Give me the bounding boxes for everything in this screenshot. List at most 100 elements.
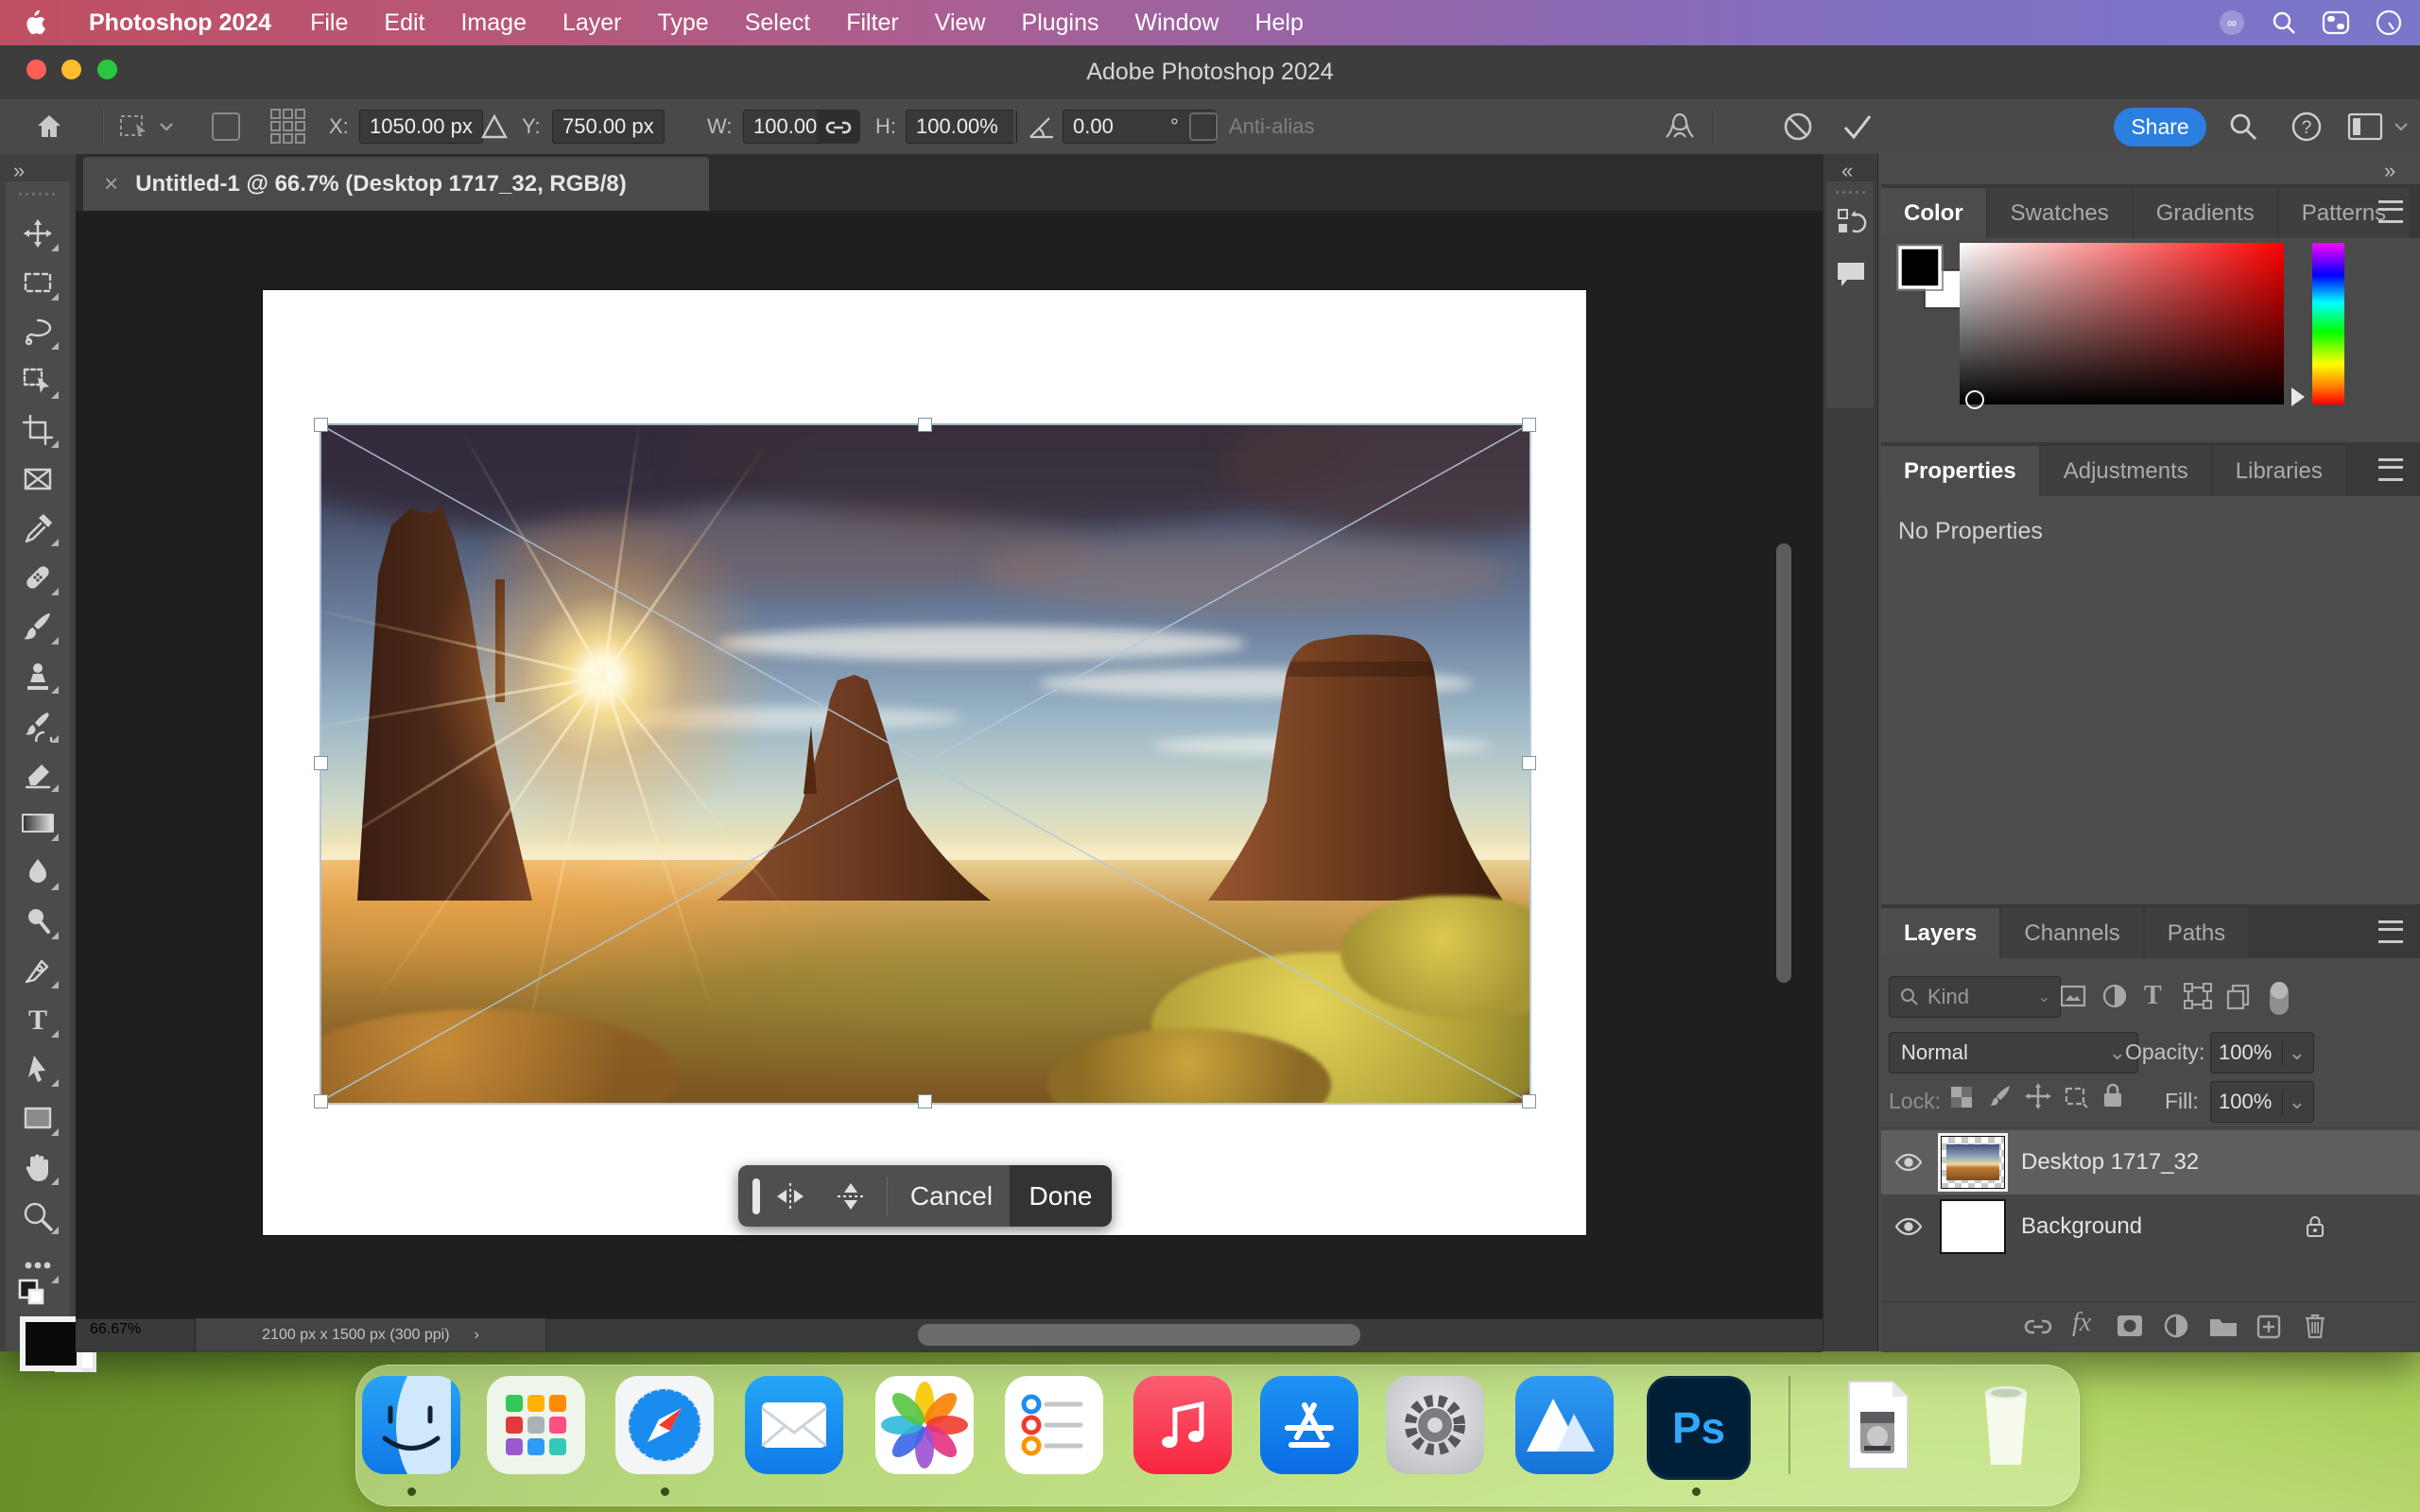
color-picker-cursor[interactable]: [1965, 390, 1984, 409]
transform-handle-e[interactable]: [1522, 756, 1536, 770]
tool-crop[interactable]: [13, 408, 62, 452]
layer-thumbnail[interactable]: [1940, 1135, 2006, 1190]
filter-smart-objects-button[interactable]: [2225, 983, 2252, 1011]
layer-name[interactable]: Desktop 1717_32: [2021, 1149, 2199, 1176]
tool-eraser[interactable]: [13, 752, 62, 796]
tool-rectangle[interactable]: [13, 1096, 62, 1140]
search-icon[interactable]: [2271, 9, 2297, 36]
status-chevron-icon[interactable]: ›: [475, 1327, 479, 1344]
panel-expand-icon[interactable]: »: [2384, 159, 2395, 183]
transform-tool-preset[interactable]: [117, 99, 174, 154]
tool-frame[interactable]: [13, 457, 62, 501]
layer-style-button[interactable]: fx: [2072, 1308, 2091, 1338]
done-button[interactable]: Done: [1010, 1165, 1112, 1227]
document-tab[interactable]: × Untitled-1 @ 66.7% (Desktop 1717_32, R…: [83, 157, 709, 211]
tool-zoom[interactable]: [13, 1194, 62, 1238]
tab-color[interactable]: Color: [1881, 188, 1986, 238]
dock-safari[interactable]: [615, 1376, 714, 1474]
tab-adjustments[interactable]: Adjustments: [2041, 446, 2211, 496]
layer-row-desktop[interactable]: Desktop 1717_32: [1881, 1130, 2420, 1194]
menu-layer[interactable]: Layer: [544, 9, 640, 37]
menu-image[interactable]: Image: [442, 9, 544, 37]
vertical-scrollbar[interactable]: [1776, 543, 1791, 983]
workspace-switcher-button[interactable]: [2346, 99, 2384, 154]
tool-rectangular-marquee[interactable]: [13, 261, 62, 304]
dock-app-store[interactable]: [1260, 1376, 1358, 1474]
cancel-button[interactable]: Cancel: [893, 1181, 1010, 1211]
new-group-button[interactable]: [2208, 1315, 2238, 1338]
layer-name[interactable]: Background: [2021, 1213, 2142, 1240]
properties-panel-menu-icon[interactable]: [2378, 458, 2403, 481]
menu-filter[interactable]: Filter: [828, 9, 917, 37]
toolbar-expand-icon[interactable]: »: [13, 159, 26, 183]
share-button[interactable]: Share: [2114, 108, 2206, 146]
workspace-chevron[interactable]: [2394, 99, 2409, 154]
lock-artboard-button[interactable]: [2063, 1085, 2089, 1109]
tool-hand[interactable]: [13, 1145, 62, 1189]
opacity-select[interactable]: 100% ⌄: [2210, 1032, 2314, 1074]
dock-photoshop[interactable]: Ps: [1647, 1376, 1751, 1480]
history-panel-button[interactable]: [1834, 204, 1868, 238]
lock-all-button[interactable]: [2100, 1081, 2125, 1109]
link-layers-button[interactable]: [2023, 1314, 2053, 1338]
fill-select[interactable]: 100% ⌄: [2210, 1081, 2314, 1123]
menu-plugins[interactable]: Plugins: [1004, 9, 1117, 37]
help-button[interactable]: ?: [2290, 99, 2324, 154]
filter-toggle-switch[interactable]: [2267, 977, 2291, 1019]
default-colors-button[interactable]: [17, 1278, 53, 1312]
tool-history-brush[interactable]: [13, 703, 62, 747]
warp-mode-button[interactable]: [1662, 99, 1698, 154]
tab-layers[interactable]: Layers: [1881, 908, 1999, 958]
dock-reminders[interactable]: [1005, 1376, 1103, 1474]
transform-handle-ne[interactable]: [1522, 418, 1536, 432]
transform-handle-s[interactable]: [918, 1094, 932, 1108]
tab-close-icon[interactable]: ×: [104, 169, 118, 198]
menu-window[interactable]: Window: [1117, 9, 1237, 37]
transform-handle-w[interactable]: [314, 756, 328, 770]
lock-position-button[interactable]: [2025, 1083, 2051, 1109]
tab-channels[interactable]: Channels: [2001, 908, 2142, 958]
tool-dodge[interactable]: [13, 900, 62, 943]
menu-view[interactable]: View: [917, 9, 1004, 37]
home-button[interactable]: [34, 99, 64, 154]
color-panel-menu-icon[interactable]: [2378, 200, 2403, 223]
menu-file[interactable]: File: [292, 9, 366, 37]
hue-slider[interactable]: [2312, 243, 2344, 404]
dock-launchpad[interactable]: [487, 1376, 585, 1474]
dock-trash[interactable]: [1957, 1376, 2055, 1474]
hue-slider-pointer[interactable]: [2291, 387, 2305, 406]
tab-swatches[interactable]: Swatches: [1988, 188, 2132, 238]
menu-type[interactable]: Type: [640, 9, 727, 37]
menu-select[interactable]: Select: [727, 9, 828, 37]
control-center-icon[interactable]: [2322, 9, 2350, 36]
transform-handle-n[interactable]: [918, 418, 932, 432]
cancel-transform-button[interactable]: [1781, 99, 1815, 154]
dock-photos[interactable]: [875, 1376, 974, 1474]
tool-eyedropper[interactable]: [13, 507, 62, 550]
new-layer-button[interactable]: [2256, 1314, 2282, 1340]
dock-music[interactable]: [1133, 1376, 1232, 1474]
tool-blur[interactable]: [13, 850, 62, 894]
creative-cloud-icon[interactable]: ∞: [2218, 9, 2246, 37]
tab-gradients[interactable]: Gradients: [2134, 188, 2277, 238]
menu-edit[interactable]: Edit: [366, 9, 442, 37]
y-position-field[interactable]: 750.00 px: [552, 99, 665, 154]
menu-app-name[interactable]: Photoshop 2024: [68, 9, 292, 37]
filter-image-layers-button[interactable]: [2059, 983, 2087, 1009]
tool-healing-brush[interactable]: [13, 556, 62, 599]
tab-paths[interactable]: Paths: [2145, 908, 2248, 958]
lock-pixels-button[interactable]: [1987, 1083, 2014, 1109]
menu-help[interactable]: Help: [1236, 9, 1321, 37]
x-position-field[interactable]: 1050.00 px: [359, 99, 483, 154]
dock-system-settings[interactable]: [1386, 1376, 1484, 1474]
lock-transparency-button[interactable]: [1949, 1085, 1974, 1109]
document-info[interactable]: 2100 px x 1500 px (300 ppi) ›: [195, 1318, 546, 1351]
panel-collapse-icon[interactable]: «: [1841, 159, 1853, 183]
tool-object-selection[interactable]: [13, 359, 62, 403]
color-saturation-field[interactable]: [1960, 243, 2284, 404]
visibility-eye-icon[interactable]: [1894, 1216, 1923, 1237]
search-button[interactable]: [2227, 99, 2259, 154]
drag-handle[interactable]: [752, 1178, 760, 1214]
tool-type[interactable]: T: [13, 998, 62, 1041]
anti-alias-checkbox[interactable]: [1189, 99, 1218, 154]
